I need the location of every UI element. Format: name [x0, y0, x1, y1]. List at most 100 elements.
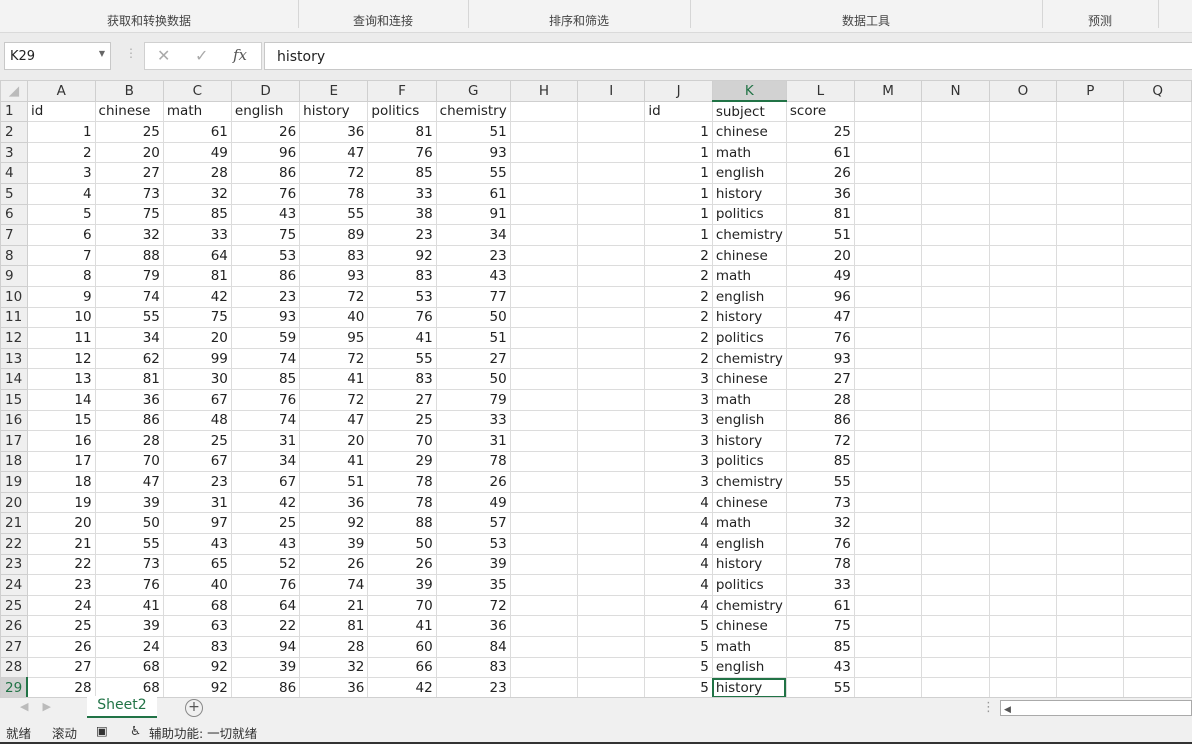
- cell-N22[interactable]: [921, 533, 990, 555]
- cell-E13[interactable]: 72: [299, 347, 369, 370]
- cell-K9[interactable]: math: [711, 265, 787, 287]
- cell-C22[interactable]: 43: [162, 533, 232, 555]
- cell-L3[interactable]: 61: [785, 141, 855, 164]
- cell-J15[interactable]: 3: [644, 388, 713, 411]
- cell-D20[interactable]: 42: [230, 491, 301, 514]
- cell-I9[interactable]: [577, 265, 646, 287]
- cell-G16[interactable]: 33: [435, 409, 511, 432]
- cell-C23[interactable]: 65: [162, 553, 232, 576]
- cell-C14[interactable]: 30: [162, 368, 232, 390]
- cell-M15[interactable]: [853, 388, 923, 411]
- cell-G18[interactable]: 78: [435, 450, 511, 473]
- cell-Q3[interactable]: [1123, 141, 1192, 164]
- cell-B1[interactable]: chinese: [94, 100, 164, 123]
- cell-K29[interactable]: history: [711, 677, 787, 697]
- cell-I13[interactable]: [577, 347, 646, 370]
- row-header-11[interactable]: 11: [0, 306, 28, 329]
- cell-M21[interactable]: [853, 512, 923, 535]
- cell-K12[interactable]: politics: [711, 327, 787, 349]
- column-header-I[interactable]: I: [577, 80, 646, 102]
- cell-K22[interactable]: english: [711, 533, 787, 555]
- cell-D1[interactable]: english: [230, 100, 301, 123]
- column-header-B[interactable]: B: [94, 80, 164, 102]
- row-header-23[interactable]: 23: [0, 553, 28, 576]
- cell-N9[interactable]: [921, 265, 990, 287]
- cell-A14[interactable]: 13: [26, 368, 96, 390]
- cell-N21[interactable]: [921, 512, 990, 535]
- cell-C19[interactable]: 23: [162, 471, 232, 493]
- cell-K26[interactable]: chinese: [711, 615, 787, 638]
- cell-K1[interactable]: subject: [711, 100, 787, 123]
- cell-G23[interactable]: 39: [435, 553, 511, 576]
- cell-B14[interactable]: 81: [94, 368, 164, 390]
- cell-A13[interactable]: 12: [26, 347, 96, 370]
- column-header-G[interactable]: G: [435, 80, 511, 102]
- cell-Q20[interactable]: [1123, 491, 1192, 514]
- cell-M18[interactable]: [853, 450, 923, 473]
- cell-N28[interactable]: [921, 656, 990, 679]
- row-header-26[interactable]: 26: [0, 615, 28, 638]
- cell-G2[interactable]: 51: [435, 121, 511, 143]
- cell-B12[interactable]: 34: [94, 327, 164, 349]
- cell-P10[interactable]: [1056, 285, 1125, 308]
- cell-F24[interactable]: 39: [367, 574, 437, 596]
- cell-P19[interactable]: [1056, 471, 1125, 493]
- cell-A23[interactable]: 22: [26, 553, 96, 576]
- cell-F19[interactable]: 78: [367, 471, 437, 493]
- cell-E21[interactable]: 92: [299, 512, 369, 535]
- cell-D9[interactable]: 86: [230, 265, 301, 287]
- cell-G26[interactable]: 36: [435, 615, 511, 638]
- cell-I7[interactable]: [577, 224, 646, 246]
- cell-G3[interactable]: 93: [435, 141, 511, 164]
- cell-I22[interactable]: [577, 533, 646, 555]
- cell-I20[interactable]: [577, 491, 646, 514]
- column-header-F[interactable]: F: [367, 80, 437, 102]
- cell-E19[interactable]: 51: [299, 471, 369, 493]
- cell-Q7[interactable]: [1123, 224, 1192, 246]
- cell-H25[interactable]: [509, 594, 579, 617]
- cell-A6[interactable]: 5: [26, 203, 96, 226]
- cell-L2[interactable]: 25: [785, 121, 855, 143]
- cell-O15[interactable]: [988, 388, 1058, 411]
- cell-H28[interactable]: [509, 656, 579, 679]
- sheet-nav-arrows-icon[interactable]: ◀▶: [20, 700, 65, 713]
- cell-D10[interactable]: 23: [230, 285, 301, 308]
- cell-O25[interactable]: [988, 594, 1058, 617]
- cell-K7[interactable]: chemistry: [711, 224, 787, 246]
- enter-icon[interactable]: ✓: [195, 46, 208, 65]
- cell-Q4[interactable]: [1123, 162, 1192, 184]
- cell-I6[interactable]: [577, 203, 646, 226]
- cell-M4[interactable]: [853, 162, 923, 184]
- cell-J2[interactable]: 1: [644, 121, 713, 143]
- cell-M23[interactable]: [853, 553, 923, 576]
- cell-A26[interactable]: 25: [26, 615, 96, 638]
- cell-J22[interactable]: 4: [644, 533, 713, 555]
- cell-H14[interactable]: [509, 368, 579, 390]
- cell-A9[interactable]: 8: [26, 265, 96, 287]
- cell-F7[interactable]: 23: [367, 224, 437, 246]
- cell-O14[interactable]: [988, 368, 1058, 390]
- cell-A16[interactable]: 15: [26, 409, 96, 432]
- cell-O2[interactable]: [988, 121, 1058, 143]
- cell-N27[interactable]: [921, 636, 990, 658]
- cell-O12[interactable]: [988, 327, 1058, 349]
- cell-J16[interactable]: 3: [644, 409, 713, 432]
- column-header-A[interactable]: A: [26, 80, 96, 102]
- cell-G15[interactable]: 79: [435, 388, 511, 411]
- cell-G10[interactable]: 77: [435, 285, 511, 308]
- cell-J12[interactable]: 2: [644, 327, 713, 349]
- cell-C26[interactable]: 63: [162, 615, 232, 638]
- cell-G21[interactable]: 57: [435, 512, 511, 535]
- cell-G8[interactable]: 23: [435, 244, 511, 267]
- cell-H20[interactable]: [509, 491, 579, 514]
- cell-M13[interactable]: [853, 347, 923, 370]
- cell-M19[interactable]: [853, 471, 923, 493]
- column-header-L[interactable]: L: [785, 80, 855, 102]
- cell-N3[interactable]: [921, 141, 990, 164]
- cell-J14[interactable]: 3: [644, 368, 713, 390]
- formula-input[interactable]: history: [264, 42, 1192, 70]
- cell-O11[interactable]: [988, 306, 1058, 329]
- cell-P28[interactable]: [1056, 656, 1125, 679]
- cell-F6[interactable]: 38: [367, 203, 437, 226]
- cell-K14[interactable]: chinese: [711, 368, 787, 390]
